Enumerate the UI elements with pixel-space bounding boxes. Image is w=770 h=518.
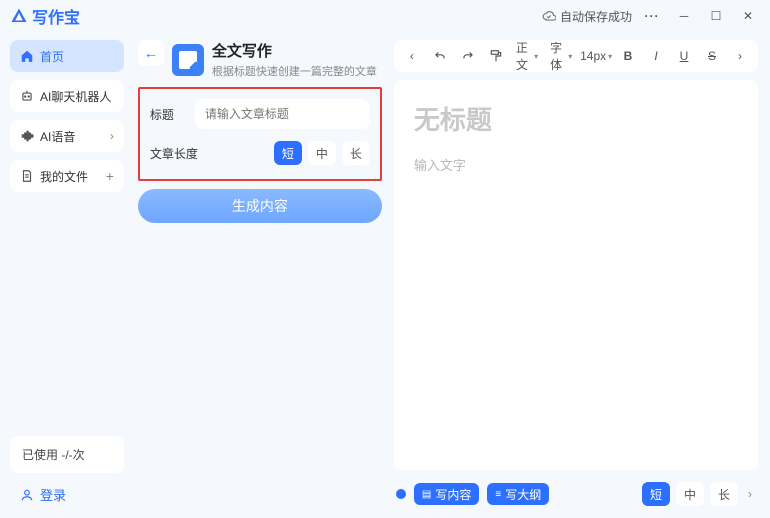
tool-title: 全文写作 — [212, 40, 377, 61]
logo: 写作宝 — [10, 4, 80, 28]
sidebar-item-home[interactable]: 首页 — [10, 40, 124, 72]
write-outline-button[interactable]: ≡ 写大纲 — [487, 483, 549, 505]
write-outline-label: 写大纲 — [505, 486, 541, 503]
autosave-status: 自动保存成功 — [542, 8, 632, 25]
field-label-title: 标题 — [150, 106, 185, 123]
italic-button[interactable]: I — [644, 44, 668, 68]
home-icon — [20, 49, 34, 63]
doc-body-placeholder[interactable]: 输入文字 — [414, 155, 738, 174]
sidebar-item-label: AI语音 — [40, 128, 75, 145]
undo-button[interactable] — [428, 44, 452, 68]
write-content-label: 写内容 — [435, 486, 471, 503]
paragraph-style-select[interactable]: 正文 — [512, 44, 542, 68]
format-paint-button[interactable] — [484, 44, 508, 68]
fontsize-select[interactable]: 14px — [580, 44, 612, 68]
sidebar-item-aichat[interactable]: AI聊天机器人 — [10, 80, 124, 112]
bottom-next[interactable]: › — [744, 487, 756, 501]
chevron-right-icon: › — [110, 129, 114, 143]
bold-button[interactable]: B — [616, 44, 640, 68]
length-medium[interactable]: 中 — [308, 141, 336, 165]
robot-icon — [20, 89, 34, 103]
user-icon — [20, 488, 34, 502]
toolbar-prev[interactable]: ‹ — [400, 44, 424, 68]
sidebar-item-label: 我的文件 — [40, 168, 88, 185]
logo-icon — [10, 7, 28, 25]
file-icon — [20, 169, 34, 183]
toolbar-next[interactable]: › — [728, 44, 752, 68]
length-long[interactable]: 长 — [342, 141, 370, 165]
maximize-button[interactable]: ☐ — [704, 4, 728, 28]
sidebar: 首页 AI聊天机器人 AI语音 › 我的文件 + 已使用 -/-次 登录 — [0, 32, 134, 518]
generate-label: 生成内容 — [232, 196, 288, 216]
generate-button[interactable]: 生成内容 — [138, 189, 382, 223]
tool-subtitle: 根据标题快速创建一篇完整的文章 — [212, 63, 377, 79]
sidebar-item-label: AI聊天机器人 — [40, 88, 111, 105]
minimize-button[interactable]: ─ — [672, 4, 696, 28]
back-button[interactable]: ← — [138, 40, 164, 66]
editor-toolbar: ‹ 正文 字体 14px B I U S › — [394, 40, 758, 72]
strike-button[interactable]: S — [700, 44, 724, 68]
titlebar: 写作宝 自动保存成功 ··· ─ ☐ ✕ — [0, 0, 770, 32]
sidebar-item-label: 首页 — [40, 48, 64, 65]
sound-icon — [20, 129, 34, 143]
autosave-label: 自动保存成功 — [560, 8, 632, 25]
title-input[interactable] — [195, 99, 370, 129]
bottom-bar: ▤ 写内容 ≡ 写大纲 短 中 长 › — [394, 478, 758, 510]
length-short[interactable]: 短 — [274, 141, 302, 165]
bottom-length-short[interactable]: 短 — [642, 482, 670, 506]
field-label-length: 文章长度 — [150, 145, 202, 162]
sidebar-item-aivoice[interactable]: AI语音 › — [10, 120, 124, 152]
close-button[interactable]: ✕ — [736, 4, 760, 28]
form-highlighted: 标题 文章长度 短 中 长 — [138, 87, 382, 181]
usage-card: 已使用 -/-次 — [10, 436, 124, 473]
font-select[interactable]: 字体 — [546, 44, 576, 68]
write-content-button[interactable]: ▤ 写内容 — [414, 483, 479, 505]
editor-panel: ‹ 正文 字体 14px B I U S › 无标题 输入文字 ▤ 写内容 ≡ 写大… — [390, 32, 770, 518]
doc-title-placeholder[interactable]: 无标题 — [414, 100, 738, 137]
plus-icon[interactable]: + — [106, 168, 114, 184]
more-button[interactable]: ··· — [640, 4, 664, 28]
tool-icon — [172, 44, 204, 76]
underline-button[interactable]: U — [672, 44, 696, 68]
usage-text: 已使用 -/-次 — [22, 448, 85, 462]
cloud-check-icon — [542, 9, 556, 23]
status-dot — [396, 489, 406, 499]
sidebar-item-myfiles[interactable]: 我的文件 + — [10, 160, 124, 192]
login-button[interactable]: 登录 — [10, 479, 124, 510]
bottom-length-long[interactable]: 长 — [710, 482, 738, 506]
editor-body[interactable]: 无标题 输入文字 — [394, 80, 758, 470]
bottom-length-medium[interactable]: 中 — [676, 482, 704, 506]
redo-button[interactable] — [456, 44, 480, 68]
config-panel: ← 全文写作 根据标题快速创建一篇完整的文章 标题 文章长度 短 中 长 — [134, 32, 390, 518]
login-label: 登录 — [40, 485, 66, 504]
list-icon: ≡ — [495, 489, 501, 500]
doc-icon: ▤ — [422, 489, 431, 500]
app-name: 写作宝 — [32, 4, 80, 28]
